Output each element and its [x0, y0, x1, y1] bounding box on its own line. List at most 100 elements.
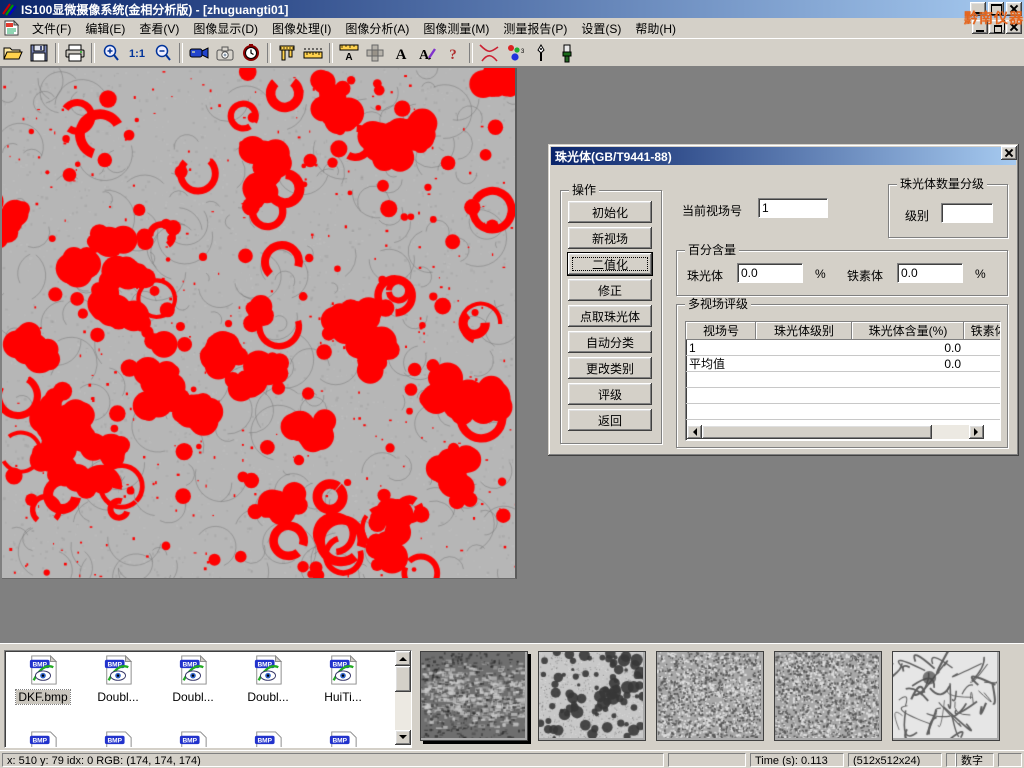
- header-field-no: 视场号: [686, 322, 756, 340]
- file-item-doubl-2[interactable]: BMP Doubl...: [157, 655, 229, 704]
- scroll-down-button[interactable]: [395, 730, 411, 745]
- file-name[interactable]: Doubl...: [95, 690, 140, 704]
- curve-measure-icon[interactable]: [476, 41, 502, 65]
- thumbnail-2[interactable]: [538, 651, 646, 741]
- scroll-left-button[interactable]: [687, 425, 702, 439]
- bmp-file-icon: BMP: [178, 655, 208, 685]
- actual-size-icon[interactable]: 1:1: [124, 41, 150, 65]
- zoom-out-icon[interactable]: [150, 41, 176, 65]
- dialog-close-button[interactable]: [1001, 146, 1017, 160]
- empty-panel: [946, 753, 956, 767]
- svg-text:BMP: BMP: [107, 737, 122, 744]
- initialize-button[interactable]: 初始化: [568, 201, 652, 223]
- svg-text:A: A: [345, 52, 352, 62]
- menu-image-processing[interactable]: 图像处理(I): [265, 18, 338, 39]
- scroll-up-button[interactable]: [395, 651, 411, 666]
- menu-view[interactable]: 查看(V): [132, 18, 186, 39]
- grade-level-label: 级别: [905, 207, 929, 224]
- caliper-icon[interactable]: [274, 41, 300, 65]
- bmp-file-icon: BMP: [28, 731, 58, 748]
- file-item-dkf[interactable]: BMP DKF.bmp: [7, 655, 79, 704]
- rating-table[interactable]: 视场号 珠光体级别 珠光体含量(%) 铁素体含量(%) 1 0.0 平均值: [685, 321, 1001, 441]
- file-item-partial[interactable]: BMP: [82, 731, 154, 748]
- file-name[interactable]: DKF.bmp: [16, 690, 69, 704]
- file-item-partial[interactable]: BMP: [7, 731, 79, 748]
- file-list[interactable]: BMP DKF.bmp BMP Doubl...: [4, 650, 412, 748]
- cursor-position-panel: x: 510 y: 79 idx: 0 RGB: (174, 174, 174): [2, 753, 664, 767]
- correct-button[interactable]: 修正: [568, 279, 652, 301]
- auto-classify-button[interactable]: 自动分类: [568, 331, 652, 353]
- return-button[interactable]: 返回: [568, 409, 652, 431]
- file-name[interactable]: Doubl...: [170, 690, 215, 704]
- pearlite-percent-input[interactable]: [737, 263, 803, 283]
- print-icon[interactable]: [62, 41, 88, 65]
- table-row: [686, 388, 1000, 404]
- scroll-right-button[interactable]: [969, 425, 984, 439]
- menu-image-display[interactable]: 图像显示(D): [186, 18, 265, 39]
- file-item-doubl-1[interactable]: BMP Doubl...: [82, 655, 154, 704]
- cell: [756, 356, 852, 372]
- file-list-scrollbar[interactable]: [395, 651, 411, 745]
- metallograph-image[interactable]: [2, 68, 517, 579]
- help-icon[interactable]: ?: [440, 41, 466, 65]
- file-item-doubl-3[interactable]: BMP Doubl...: [232, 655, 304, 704]
- menu-settings[interactable]: 设置(S): [574, 18, 628, 39]
- pick-pearlite-button[interactable]: 点取珠光体: [568, 305, 652, 327]
- capture-camera-icon[interactable]: [212, 41, 238, 65]
- scrollbar-thumb[interactable]: [702, 425, 932, 439]
- svg-text:BMP: BMP: [257, 737, 272, 744]
- rate-button[interactable]: 评级: [568, 383, 652, 405]
- file-item-huiti[interactable]: BMP HuiTi...: [307, 655, 379, 704]
- ruler-icon[interactable]: [300, 41, 326, 65]
- window-title: IS100显微摄像系统(金相分析版) - [zhuguangti01]: [21, 1, 288, 18]
- timer-clock-icon[interactable]: [238, 41, 264, 65]
- thumbnail-4[interactable]: [774, 651, 882, 741]
- video-camera-icon[interactable]: [186, 41, 212, 65]
- cell: 1: [686, 340, 756, 356]
- dialog-close-icon: [1004, 149, 1014, 157]
- open-file-icon[interactable]: [0, 41, 26, 65]
- grade-level-input[interactable]: [941, 203, 993, 223]
- measure-text-icon[interactable]: A: [336, 41, 362, 65]
- current-field-input[interactable]: [758, 198, 828, 218]
- file-item-partial[interactable]: BMP: [232, 731, 304, 748]
- document-icon[interactable]: [4, 20, 19, 36]
- thumbnail-1[interactable]: [420, 651, 528, 741]
- application-window: IS100显微摄像系统(金相分析版) - [zhuguangti01] 黔南仪器…: [0, 0, 1024, 768]
- status-bar: x: 510 y: 79 idx: 0 RGB: (174, 174, 174)…: [0, 750, 1024, 768]
- thumbnail-3-image: [657, 652, 761, 738]
- table-horizontal-scrollbar[interactable]: [687, 425, 984, 439]
- cell: [756, 340, 852, 356]
- particle-classify-icon[interactable]: 3: [502, 41, 528, 65]
- grading-group: 珠光体数量分级 级别: [888, 184, 1008, 238]
- save-icon[interactable]: [26, 41, 52, 65]
- menu-image-analysis[interactable]: 图像分析(A): [338, 18, 416, 39]
- new-field-button[interactable]: 新视场: [568, 227, 652, 249]
- binarize-button[interactable]: 二值化: [568, 253, 652, 275]
- dialog-title-bar[interactable]: 珠光体(GB/T9441-88): [551, 147, 1016, 165]
- bmp-file-icon: BMP: [328, 655, 358, 685]
- change-class-button[interactable]: 更改类别: [568, 357, 652, 379]
- merge-image-icon[interactable]: [362, 41, 388, 65]
- edit-text-icon[interactable]: A: [414, 41, 440, 65]
- menu-measure-report[interactable]: 测量报告(P): [496, 18, 574, 39]
- thumbnail-3[interactable]: [656, 651, 764, 741]
- image-size-panel: (512x512x24): [848, 753, 942, 767]
- table-header-row: 视场号 珠光体级别 珠光体含量(%) 铁素体含量(%): [686, 322, 1000, 340]
- thumbnail-5[interactable]: [892, 651, 1000, 741]
- menu-edit[interactable]: 编辑(E): [78, 18, 132, 39]
- vendor-watermark: 黔南仪器: [964, 8, 1024, 28]
- text-annotation-icon[interactable]: A: [388, 41, 414, 65]
- ferrite-percent-input[interactable]: [897, 263, 963, 283]
- menu-image-measure[interactable]: 图像测量(M): [416, 18, 496, 39]
- scrollbar-thumb[interactable]: [395, 666, 411, 692]
- file-item-partial[interactable]: BMP: [307, 731, 379, 748]
- paint-brush-icon[interactable]: [554, 41, 580, 65]
- file-name[interactable]: HuiTi...: [322, 690, 364, 704]
- zoom-in-icon[interactable]: [98, 41, 124, 65]
- picker-pen-icon[interactable]: [528, 41, 554, 65]
- menu-file[interactable]: 文件(F): [25, 18, 78, 39]
- menu-help[interactable]: 帮助(H): [628, 18, 683, 39]
- file-item-partial[interactable]: BMP: [157, 731, 229, 748]
- file-name[interactable]: Doubl...: [245, 690, 290, 704]
